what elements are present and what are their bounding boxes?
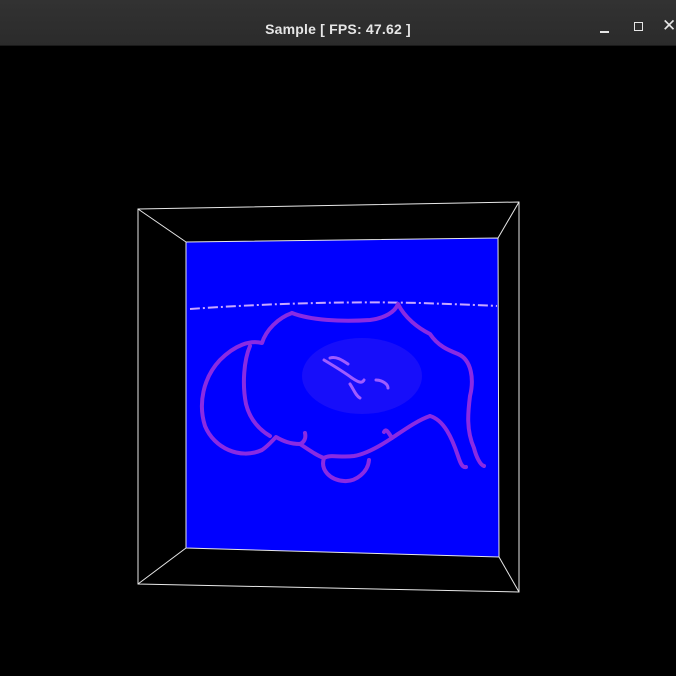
maximize-button[interactable] — [625, 12, 653, 40]
close-icon: ✕ — [662, 16, 676, 35]
slice-highlight — [302, 338, 422, 414]
close-button[interactable]: ✕ — [658, 12, 676, 40]
maximize-icon — [634, 22, 643, 31]
minimize-button[interactable] — [592, 12, 620, 40]
minimize-icon — [600, 31, 609, 33]
application-window: Sample [ FPS: 47.62 ] ✕ — [0, 0, 676, 676]
window-title: Sample [ FPS: 47.62 ] — [265, 21, 411, 37]
title-bar[interactable]: Sample [ FPS: 47.62 ] ✕ — [0, 0, 676, 46]
volume-scene — [137, 201, 520, 593]
render-viewport[interactable] — [0, 46, 676, 676]
